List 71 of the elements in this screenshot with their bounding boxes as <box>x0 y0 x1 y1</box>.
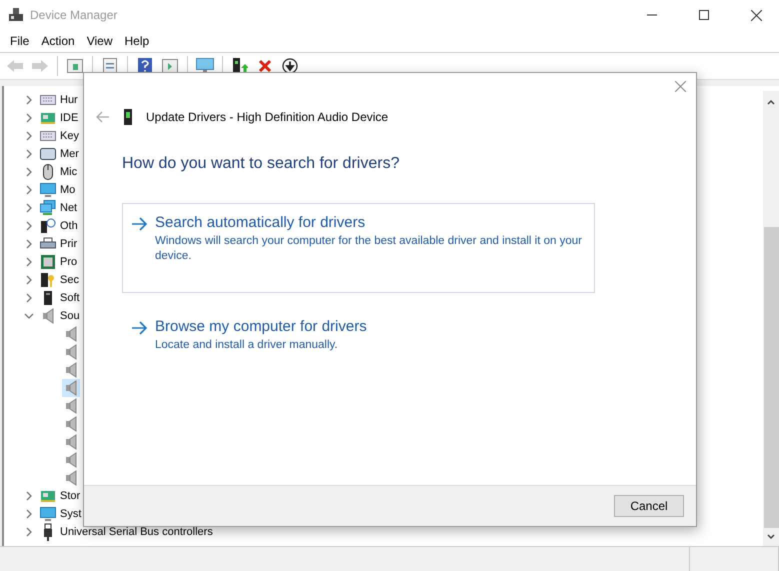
menu-item[interactable]: File <box>4 32 36 50</box>
speaker-icon <box>65 326 77 342</box>
processor-icon <box>40 254 56 270</box>
tree-item-label[interactable]: Pro <box>60 256 78 268</box>
option-description: Locate and install a driver manually. <box>155 338 339 353</box>
monitor-icon <box>40 182 56 198</box>
keyboard-icon <box>40 94 56 106</box>
printer-icon <box>40 237 56 251</box>
menu-item[interactable]: Help <box>118 32 156 50</box>
tower-icon <box>43 290 53 306</box>
window-icon <box>162 59 178 73</box>
tower-key-icon <box>40 272 56 288</box>
monitor-icon <box>40 506 56 522</box>
window-title: Device Manager <box>30 8 118 22</box>
speaker-icon <box>65 344 77 360</box>
speaker-icon <box>65 416 77 432</box>
expansion-card-icon <box>40 111 56 125</box>
tree-item-label[interactable]: Soft <box>60 292 80 304</box>
cancel-button[interactable]: Cancel <box>614 495 684 517</box>
tree-item-label[interactable]: Syst <box>60 508 82 520</box>
tree-item-label[interactable]: Mic <box>60 166 78 178</box>
arrow-icon <box>131 217 147 231</box>
tree-item-label[interactable]: Stor <box>60 490 80 502</box>
mouse-icon <box>42 164 54 180</box>
tree-item-label[interactable]: IDE <box>60 112 78 124</box>
tree-item-label[interactable]: Sou <box>60 310 80 322</box>
device-manager-icon <box>8 8 24 22</box>
maximize-icon[interactable] <box>699 10 709 20</box>
keyboard-icon <box>40 130 56 142</box>
search-option[interactable]: Search automatically for drivers Windows will search your computer for the best available driver and install it on your device. <box>122 203 595 293</box>
tree-item-label[interactable]: Prir <box>60 238 78 250</box>
delete-icon <box>258 59 272 73</box>
speaker-icon <box>65 362 77 378</box>
option-description: Windows will search your computer for the best available driver and install it on your device. <box>155 234 583 264</box>
close-icon[interactable] <box>750 10 762 20</box>
close-button[interactable] <box>673 79 688 94</box>
arrow-icon <box>131 321 147 335</box>
memory-icon <box>40 147 56 161</box>
speaker-icon <box>65 470 77 486</box>
option-title: Search automatically for drivers <box>155 214 366 231</box>
usb-plug-icon <box>43 523 53 541</box>
speaker-icon <box>65 380 77 396</box>
scroll-up-icon[interactable] <box>766 97 776 107</box>
speaker-icon <box>65 452 77 468</box>
dialog-title: Update Drivers - High Definition Audio Device <box>146 110 388 124</box>
window-icon <box>67 59 83 73</box>
dialog-heading: How do you want to search for drivers? <box>122 155 400 173</box>
scroll-down-icon[interactable] <box>766 532 776 542</box>
tree-item-label[interactable]: Key <box>60 130 79 142</box>
back-arrow-icon <box>6 59 24 73</box>
network-icon <box>40 200 56 216</box>
tree-item-label[interactable]: Oth <box>60 220 78 232</box>
tree-item-label[interactable]: Net <box>60 202 78 214</box>
back-button[interactable] <box>96 111 110 123</box>
tree-item-label[interactable]: Hur <box>60 94 78 106</box>
tree-item-label[interactable]: Sec <box>60 274 79 286</box>
menu-item[interactable]: View <box>80 32 118 50</box>
tree-item-label[interactable]: Mo <box>60 184 76 196</box>
scrollbar-thumb[interactable] <box>764 227 778 528</box>
menu-item[interactable]: Action <box>35 32 81 50</box>
speaker-icon <box>42 308 54 324</box>
expansion-card-icon <box>40 489 56 503</box>
forward-arrow-icon <box>31 59 49 73</box>
option-title: Browse my computer for drivers <box>155 318 367 335</box>
tree-item-label[interactable]: Mer <box>60 148 79 160</box>
speaker-icon <box>65 398 77 414</box>
monitor-icon <box>196 58 214 74</box>
unknown-device-icon <box>40 218 56 234</box>
speaker-icon <box>65 434 77 450</box>
tree-item-label[interactable]: Universal Serial Bus controllers <box>60 526 213 538</box>
device-icon <box>124 109 132 125</box>
